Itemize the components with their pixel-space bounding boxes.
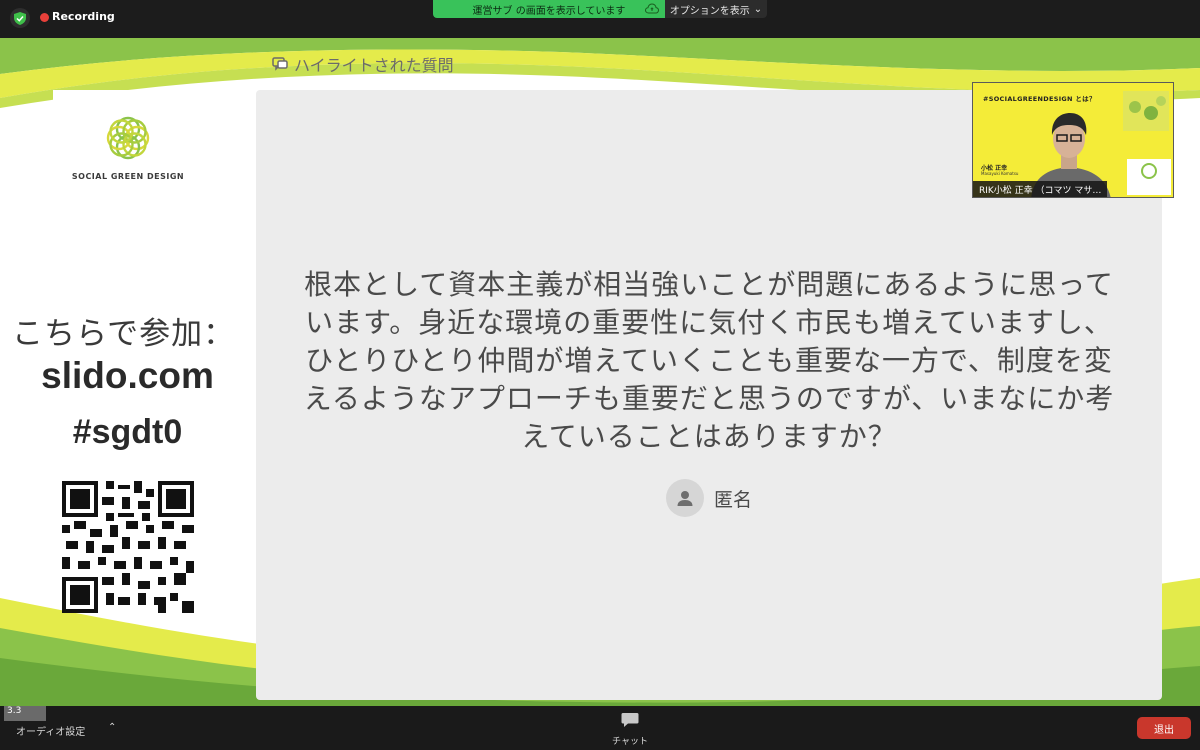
question-text: 根本として資本主義が相当強いことが問題にあるように思っています。身近な環境の重要… — [303, 268, 1115, 453]
security-shield-icon[interactable] — [10, 8, 30, 28]
audio-settings-button[interactable]: オーディオ設定 — [16, 723, 85, 738]
logo-mark-icon — [106, 116, 150, 160]
logo-text: SOCIAL GREEN DESIGN — [71, 172, 185, 181]
social-green-design-logo: SOCIAL GREEN DESIGN — [53, 90, 203, 190]
speaker-slide-title: #SOCIALGREENDESIGN とは？ — [983, 95, 1096, 103]
version-badge: 3.3 — [4, 706, 46, 721]
join-instruction: こちらで参加： — [12, 316, 236, 352]
recording-dot-icon — [40, 13, 49, 22]
screen-share-status-text: 運営サブ の画面を表示しています — [472, 5, 626, 17]
chat-button[interactable]: チャット — [605, 712, 655, 748]
question-author: 匿名 — [666, 479, 752, 517]
cloud-icon — [645, 3, 659, 14]
user-avatar-icon — [666, 479, 704, 517]
qr-code-icon — [62, 481, 194, 613]
chat-label: チャット — [612, 737, 648, 747]
screen-share-status: 運営サブ の画面を表示しています — [433, 0, 665, 18]
event-code: #sgdt0 — [72, 413, 183, 451]
shared-slide: SOCIAL GREEN DESIGN こちらで参加： slido.com #s… — [0, 38, 1200, 706]
question-bubble-icon — [272, 57, 288, 71]
highlighted-question-header-text: ハイライトされた質問 — [294, 56, 454, 75]
highlighted-question-header: ハイライトされた質問 — [272, 52, 454, 76]
chat-bubble-icon — [621, 713, 639, 727]
author-name: 匿名 — [714, 488, 753, 511]
view-options-label: オプションを表示 — [669, 5, 750, 17]
participant-name-label: RIK小松 正幸 （コマツ マサ… — [973, 181, 1108, 197]
recording-label[interactable]: Recording — [52, 10, 115, 23]
view-options-button[interactable]: オプションを表示 ⌄ — [665, 0, 767, 18]
speaker-video-tile[interactable]: #SOCIALGREENDESIGN とは？ 小松 正幸 Masayuki Ko… — [972, 82, 1174, 198]
leave-meeting-button[interactable]: 退出 — [1137, 717, 1191, 739]
meeting-controls-bar: 3.3 オーディオ設定 ⌃ チャット 退出 — [0, 706, 1200, 750]
join-url: slido.com — [41, 355, 214, 396]
speaker-name-en: Masayuki Komatsu — [981, 171, 1019, 176]
chevron-down-icon: ⌄ — [753, 3, 763, 15]
meeting-top-bar: Recording 運営サブ の画面を表示しています オプションを表示 ⌄ — [0, 0, 1200, 38]
chevron-up-icon[interactable]: ⌃ — [108, 722, 116, 733]
